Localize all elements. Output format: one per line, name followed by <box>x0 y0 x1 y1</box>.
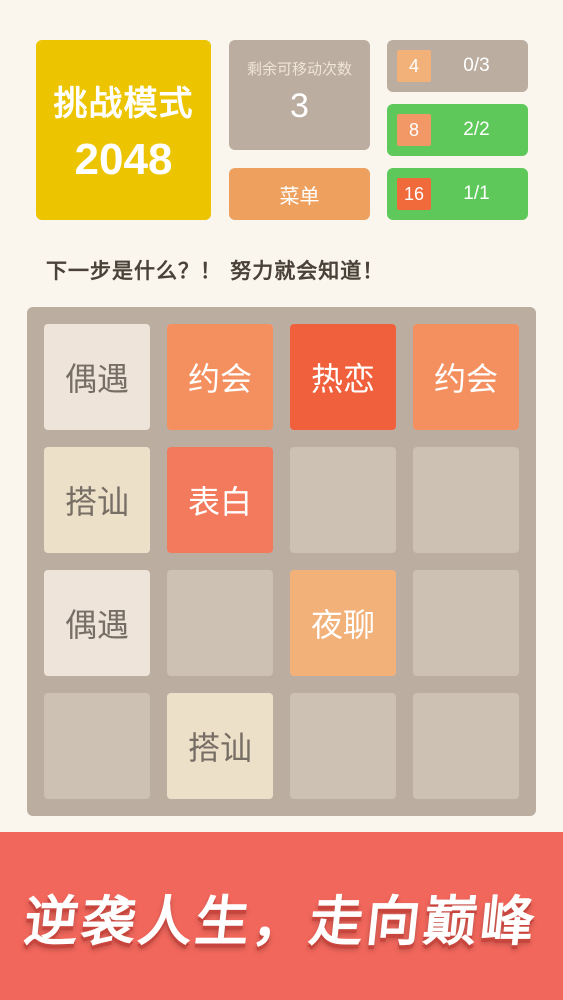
board-tile: 偶遇 <box>44 324 150 430</box>
board-cell <box>290 447 396 553</box>
board-tile: 搭讪 <box>44 447 150 553</box>
goal-tile-chip: 16 <box>397 178 431 210</box>
board-cell <box>413 447 519 553</box>
remaining-moves-value: 3 <box>290 87 309 125</box>
promo-banner: 逆袭人生，走向巅峰 <box>0 832 563 1000</box>
goal-tile-chip: 8 <box>397 114 431 146</box>
board-tile: 约会 <box>167 324 273 430</box>
board-cell <box>413 693 519 799</box>
board-cell <box>44 693 150 799</box>
board-tile: 约会 <box>413 324 519 430</box>
board-cell <box>413 570 519 676</box>
board-cell <box>167 570 273 676</box>
menu-button[interactable]: 菜单 <box>229 168 370 220</box>
goal-item: 8 2/2 <box>387 104 528 156</box>
board-cell <box>290 693 396 799</box>
hint-text: 下一步是什么？！ 努力就会知道！ <box>46 259 385 283</box>
board-tile: 搭讪 <box>167 693 273 799</box>
logo-mode-title: 挑战模式 <box>53 83 194 124</box>
board-tile: 夜聊 <box>290 570 396 676</box>
game-logo: 挑战模式 2048 <box>36 40 211 220</box>
goal-progress: 1/1 <box>463 183 490 204</box>
game-board[interactable]: 偶遇 约会 热恋 约会 搭讪 表白 偶遇 夜聊 搭讪 <box>27 307 536 816</box>
goal-tile-chip: 4 <box>397 50 431 82</box>
goal-item: 16 1/1 <box>387 168 528 220</box>
goal-item: 4 0/3 <box>387 40 528 92</box>
board-tile: 热恋 <box>290 324 396 430</box>
remaining-moves-label: 剩余可移动次数 <box>246 60 352 78</box>
board-tile: 表白 <box>167 447 273 553</box>
goal-progress: 0/3 <box>463 55 490 76</box>
logo-number: 2048 <box>74 134 173 184</box>
remaining-moves-panel: 剩余可移动次数 3 <box>229 40 370 150</box>
board-tile: 偶遇 <box>44 570 150 676</box>
goal-progress: 2/2 <box>463 119 490 140</box>
banner-slogan: 逆袭人生，走向巅峰 <box>21 889 541 953</box>
